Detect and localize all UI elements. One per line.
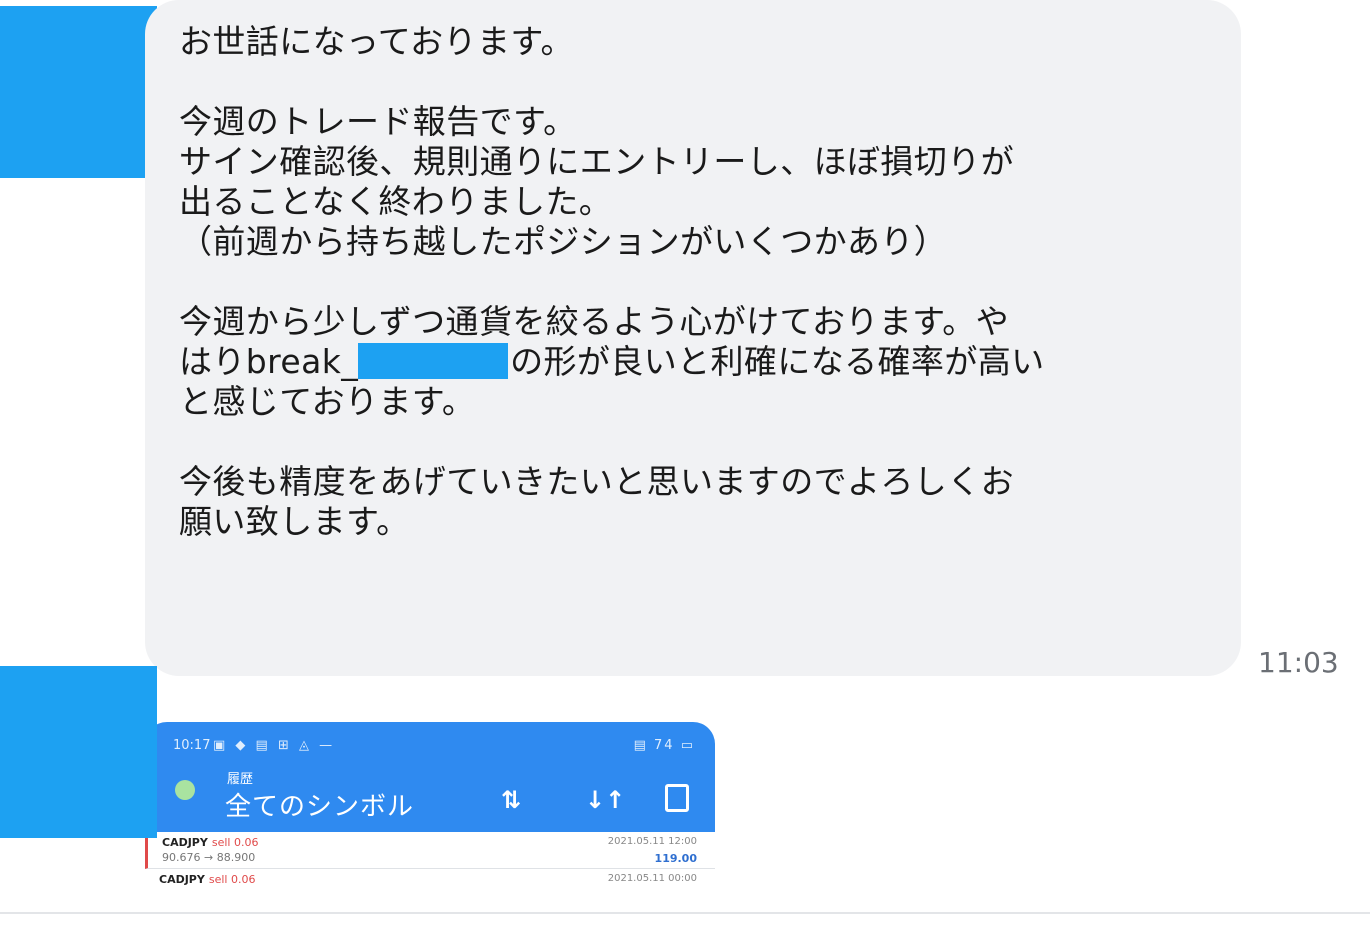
trade-symbol: CADJPY sell 0.06 — [159, 873, 256, 886]
trade-side: sell 0.06 — [208, 873, 256, 886]
image-attachment[interactable]: 10:17 ▣ ◆ ▤ ⊞ ◬ — ▤ 74 ▭ 履歴 全てのシンボル ⇅ ↓↑… — [145, 722, 715, 905]
filter-icon: ⇅ — [501, 786, 522, 814]
trade-symbol: CADJPY sell 0.06 — [162, 836, 259, 849]
text-redaction — [358, 343, 509, 379]
avatar-redacted — [0, 6, 157, 178]
trade-time: 2021.05.11 00:00 — [607, 873, 697, 884]
sort-icon: ↓↑ — [585, 786, 626, 814]
status-time: 10:17 — [173, 738, 211, 753]
message-line: 出ることなく終わりました。 — [179, 182, 613, 221]
trade-price: 90.676 → 88.900 — [162, 851, 256, 864]
message-line: 今週のトレード報告です。 — [179, 102, 577, 141]
trade-time: 2021.05.11 12:00 — [607, 836, 697, 847]
trade-side: sell 0.06 — [211, 836, 259, 849]
message-line: と感じております。 — [179, 382, 476, 421]
message-text: の形が良いと利確になる確率が高い — [510, 342, 1045, 381]
battery-indicator: ▤ 74 ▭ — [633, 738, 695, 753]
header-title: 全てのシンボル — [225, 792, 415, 822]
app-header: 10:17 ▣ ◆ ▤ ⊞ ◬ — ▤ 74 ▭ 履歴 全てのシンボル ⇅ ↓↑ — [145, 722, 715, 832]
app-logo-icon — [175, 780, 195, 800]
message-bubble: お世話になっております。 今週のトレード報告です。 サイン確認後、規則通りにエン… — [145, 0, 1241, 676]
status-icons: ▣ ◆ ▤ ⊞ ◬ — — [213, 738, 336, 753]
calendar-icon — [665, 784, 689, 812]
trade-row: CADJPY sell 0.06 2021.05.11 00:00 — [145, 869, 715, 905]
status-bar: 10:17 ▣ ◆ ▤ ⊞ ◬ — ▤ 74 ▭ — [173, 738, 695, 756]
header-subtitle: 履歴 — [227, 772, 254, 787]
message-text: はりbreak_ — [179, 342, 359, 381]
message-timestamp: 11:03 — [1258, 646, 1339, 679]
message-line: サイン確認後、規則通りにエントリーし、ほぼ損切りが — [179, 142, 1014, 181]
message-line: 願い致します。 — [179, 502, 410, 541]
composer-divider — [0, 912, 1370, 914]
message-line: （前週から持ち越したポジションがいくつかあり） — [179, 222, 948, 261]
trade-profit: 119.00 — [654, 852, 697, 865]
chat-view: お世話になっております。 今週のトレード報告です。 サイン確認後、規則通りにエン… — [0, 0, 1370, 926]
message-line: 今週から少しずつ通貨を絞るよう心がけております。や — [179, 302, 1010, 341]
avatar-redacted — [0, 666, 157, 838]
message-line: お世話になっております。 — [179, 22, 574, 61]
message-line-with-redaction: はりbreak_ の形が良いと利確になる確率が高い — [179, 342, 1207, 382]
trade-row: CADJPY sell 0.06 90.676 → 88.900 2021.05.… — [145, 832, 715, 869]
message-line: 今後も精度をあげていきたいと思いますのでよろしくお — [179, 462, 1014, 501]
